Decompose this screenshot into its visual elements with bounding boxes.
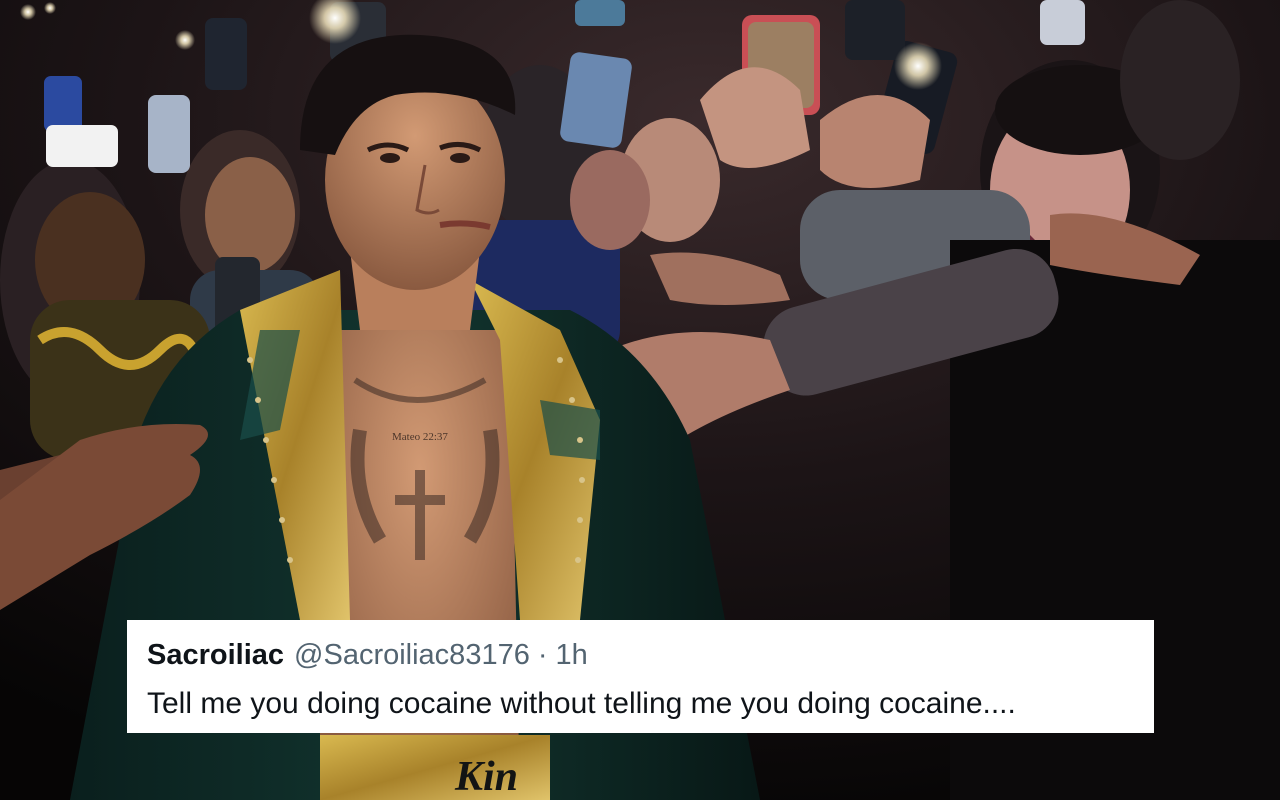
svg-text:Mateo 22:37: Mateo 22:37	[392, 431, 448, 443]
tweet-header: Sacroiliac @Sacroiliac83176 · 1h	[147, 638, 1134, 672]
tweet-card: Sacroiliac @Sacroiliac83176 · 1h Tell me…	[127, 620, 1154, 733]
trunks-lettering: Kin	[454, 754, 518, 800]
tweet-separator: ·	[537, 639, 548, 671]
tweet-display-name: Sacroiliac	[147, 639, 285, 671]
tweet-text: Tell me you doing cocaine without tellin…	[147, 687, 1016, 720]
tweet-handle: @Sacroiliac83176	[294, 639, 530, 671]
image-frame: Mateo 22:37 Kin Sacroiliac @Sacroiliac83…	[0, 0, 1280, 800]
tweet-timestamp: 1h	[555, 639, 588, 671]
